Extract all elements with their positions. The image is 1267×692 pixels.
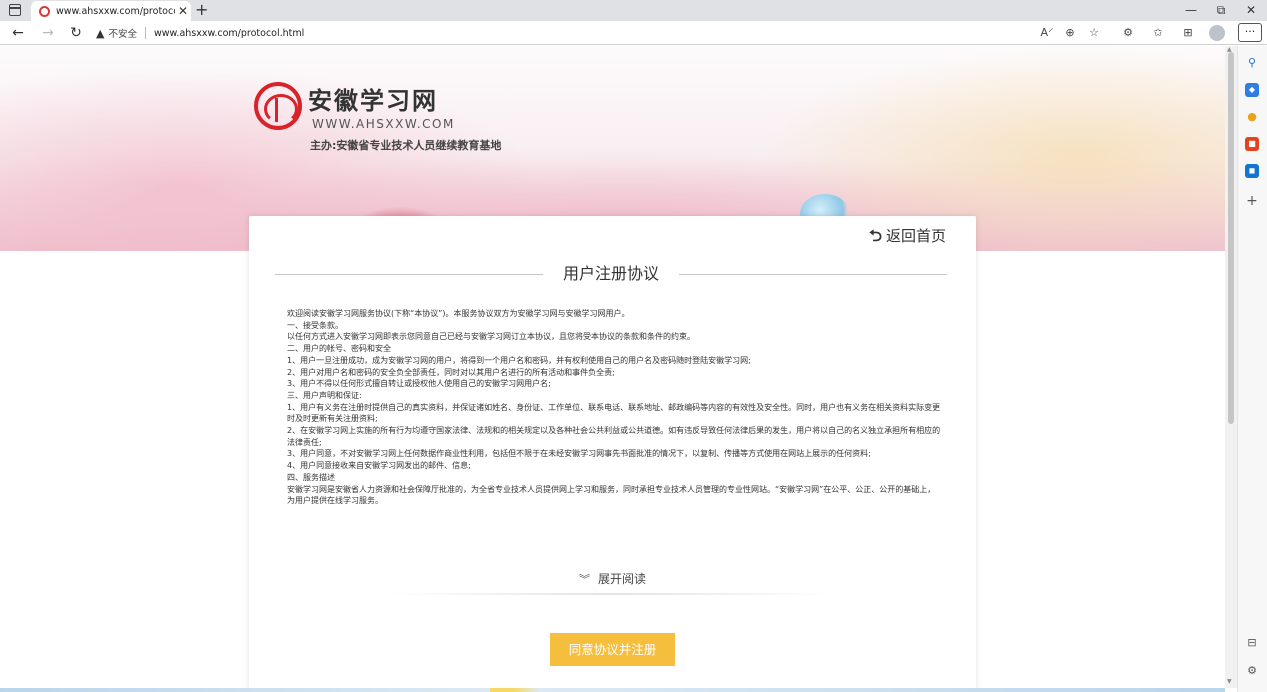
- read-aloud-icon[interactable]: A⸍: [1039, 26, 1055, 40]
- site-domain: WWW.AHSXXW.COM: [312, 117, 455, 131]
- double-chevron-down-icon: ︾: [578, 573, 590, 586]
- address-bar-row: ← → ↻ ▲ 不安全 www.ahsxxw.com/protocol.html…: [0, 21, 1267, 45]
- favorites-icon[interactable]: ✩: [1150, 26, 1166, 40]
- protocol-line: 1、用户有义务在注册时提供自己的真实资料，并保证诸如姓名、身份证、工作单位、联系…: [287, 402, 941, 424]
- collections-icon[interactable]: ⊞: [1180, 26, 1196, 40]
- security-label[interactable]: 不安全: [108, 26, 137, 40]
- protocol-line: 1、用户一旦注册成功，成为安徽学习网的用户，将得到一个用户名和密码，并有权利使用…: [287, 355, 751, 365]
- back-home-label: 返回首页: [885, 227, 946, 245]
- protocol-line: 一、接受条款。: [287, 320, 343, 330]
- close-tab-icon[interactable]: ✕: [175, 4, 191, 18]
- minimize-button[interactable]: —: [1176, 1, 1206, 19]
- divider: [144, 27, 146, 39]
- restore-button[interactable]: ⧉: [1206, 1, 1236, 19]
- protocol-line: 欢迎阅读安徽学习网服务协议(下称“本协议”)。本服务协议双方为安徽学习网与安徽学…: [287, 309, 630, 318]
- more-icon[interactable]: ···: [1238, 23, 1262, 42]
- page-scrollbar[interactable]: ▲ ▼: [1225, 46, 1237, 688]
- site-host: 主办:安徽省专业技术人员继续教育基地: [310, 139, 502, 152]
- site-logo-icon[interactable]: [254, 82, 302, 130]
- return-icon: ⮌: [869, 226, 882, 245]
- protocol-line: 3、用户同意，不对安徽学习网上任何数据作商业性利用，包括但不限于在未经安徽学习网…: [287, 449, 871, 459]
- tab-title: www.ahsxxw.com/protocol.html: [56, 5, 175, 17]
- protocol-line: 3、用户不得以任何形式擅自转让或授权他人使用自己的安徽学习网用户名;: [287, 379, 551, 389]
- divider: [679, 273, 948, 275]
- expand-label: 展开阅读: [597, 572, 646, 586]
- browser-tab[interactable]: www.ahsxxw.com/protocol.html ✕: [31, 1, 191, 21]
- warning-icon[interactable]: ▲: [96, 27, 104, 40]
- divider: [389, 593, 835, 595]
- url-text[interactable]: www.ahsxxw.com/protocol.html: [154, 28, 304, 39]
- favorite-icon[interactable]: ☆: [1086, 26, 1102, 40]
- protocol-line: 安徽学习网是安徽省人力资源和社会保障厅批准的，为全省专业技术人员提供网上学习和服…: [287, 484, 936, 506]
- scroll-down-icon[interactable]: ▼: [1227, 678, 1232, 685]
- edge-sidebar: ⚲ ◆ ● ■ ◼ + ⊟ ⚙: [1237, 46, 1267, 692]
- protocol-line: 二、用户的帐号、密码和安全: [287, 344, 391, 354]
- extensions-icon[interactable]: ⚙: [1120, 26, 1136, 40]
- protocol-line: 2、在安徽学习网上实施的所有行为均遵守国家法律、法规和的相关规定以及各种社会公共…: [287, 426, 941, 447]
- search-icon[interactable]: ⚲: [1245, 56, 1259, 70]
- tab-actions-icon[interactable]: [9, 4, 21, 16]
- new-tab-button[interactable]: +: [195, 0, 208, 20]
- browser-tab-bar: www.ahsxxw.com/protocol.html ✕ + — ⧉ ✕: [0, 0, 1267, 21]
- protocol-line: 四、服务描述: [287, 472, 335, 482]
- office-icon[interactable]: ■: [1245, 137, 1259, 151]
- expand-reading-button[interactable]: ︾ 展开阅读: [249, 571, 976, 588]
- page-title: 用户注册协议: [563, 264, 660, 283]
- page-title-row: 用户注册协议: [275, 262, 948, 286]
- agree-register-button[interactable]: 同意协议并注册: [550, 633, 675, 666]
- divider: [275, 273, 543, 275]
- close-window-button[interactable]: ✕: [1236, 1, 1266, 19]
- scrollbar-thumb[interactable]: [1228, 52, 1234, 424]
- add-icon[interactable]: +: [1245, 194, 1259, 208]
- zoom-icon[interactable]: ⊕: [1062, 26, 1078, 40]
- profile-icon[interactable]: [1209, 25, 1225, 41]
- shopping-icon[interactable]: ◆: [1245, 83, 1259, 97]
- refresh-icon[interactable]: ↻: [66, 23, 86, 43]
- forward-icon[interactable]: →: [38, 23, 58, 43]
- footer-decoration: [0, 688, 1225, 692]
- protocol-text: 欢迎阅读安徽学习网服务协议(下称“本协议”)。本服务协议双方为安徽学习网与安徽学…: [287, 308, 943, 554]
- protocol-line: 2、用户对用户名和密码的安全负全部责任，同时对以其用户名进行的所有活动和事件负全…: [287, 367, 615, 377]
- hide-sidebar-icon[interactable]: ⊟: [1245, 636, 1259, 650]
- people-icon[interactable]: ●: [1245, 110, 1259, 124]
- back-icon[interactable]: ←: [8, 23, 28, 43]
- page-viewport: 安徽学习网 WWW.AHSXXW.COM 主办:安徽省专业技术人员继续教育基地 …: [0, 46, 1225, 692]
- protocol-line: 以任何方式进入安徽学习网即表示您同意自己已经与安徽学习网订立本协议，且您将受本协…: [287, 332, 695, 342]
- protocol-line: 4、用户同意接收来自安徽学习网发出的邮件、信息;: [287, 461, 471, 471]
- protocol-card: ⮌ 返回首页 用户注册协议 欢迎阅读安徽学习网服务协议(下称“本协议”)。本服务…: [249, 216, 976, 692]
- back-home-link[interactable]: ⮌ 返回首页: [869, 226, 946, 246]
- settings-icon[interactable]: ⚙: [1245, 664, 1259, 678]
- protocol-line: 三、用户声明和保证:: [287, 390, 362, 400]
- site-favicon-icon: [39, 5, 50, 17]
- outlook-icon[interactable]: ◼: [1245, 164, 1259, 178]
- site-name[interactable]: 安徽学习网: [308, 86, 438, 116]
